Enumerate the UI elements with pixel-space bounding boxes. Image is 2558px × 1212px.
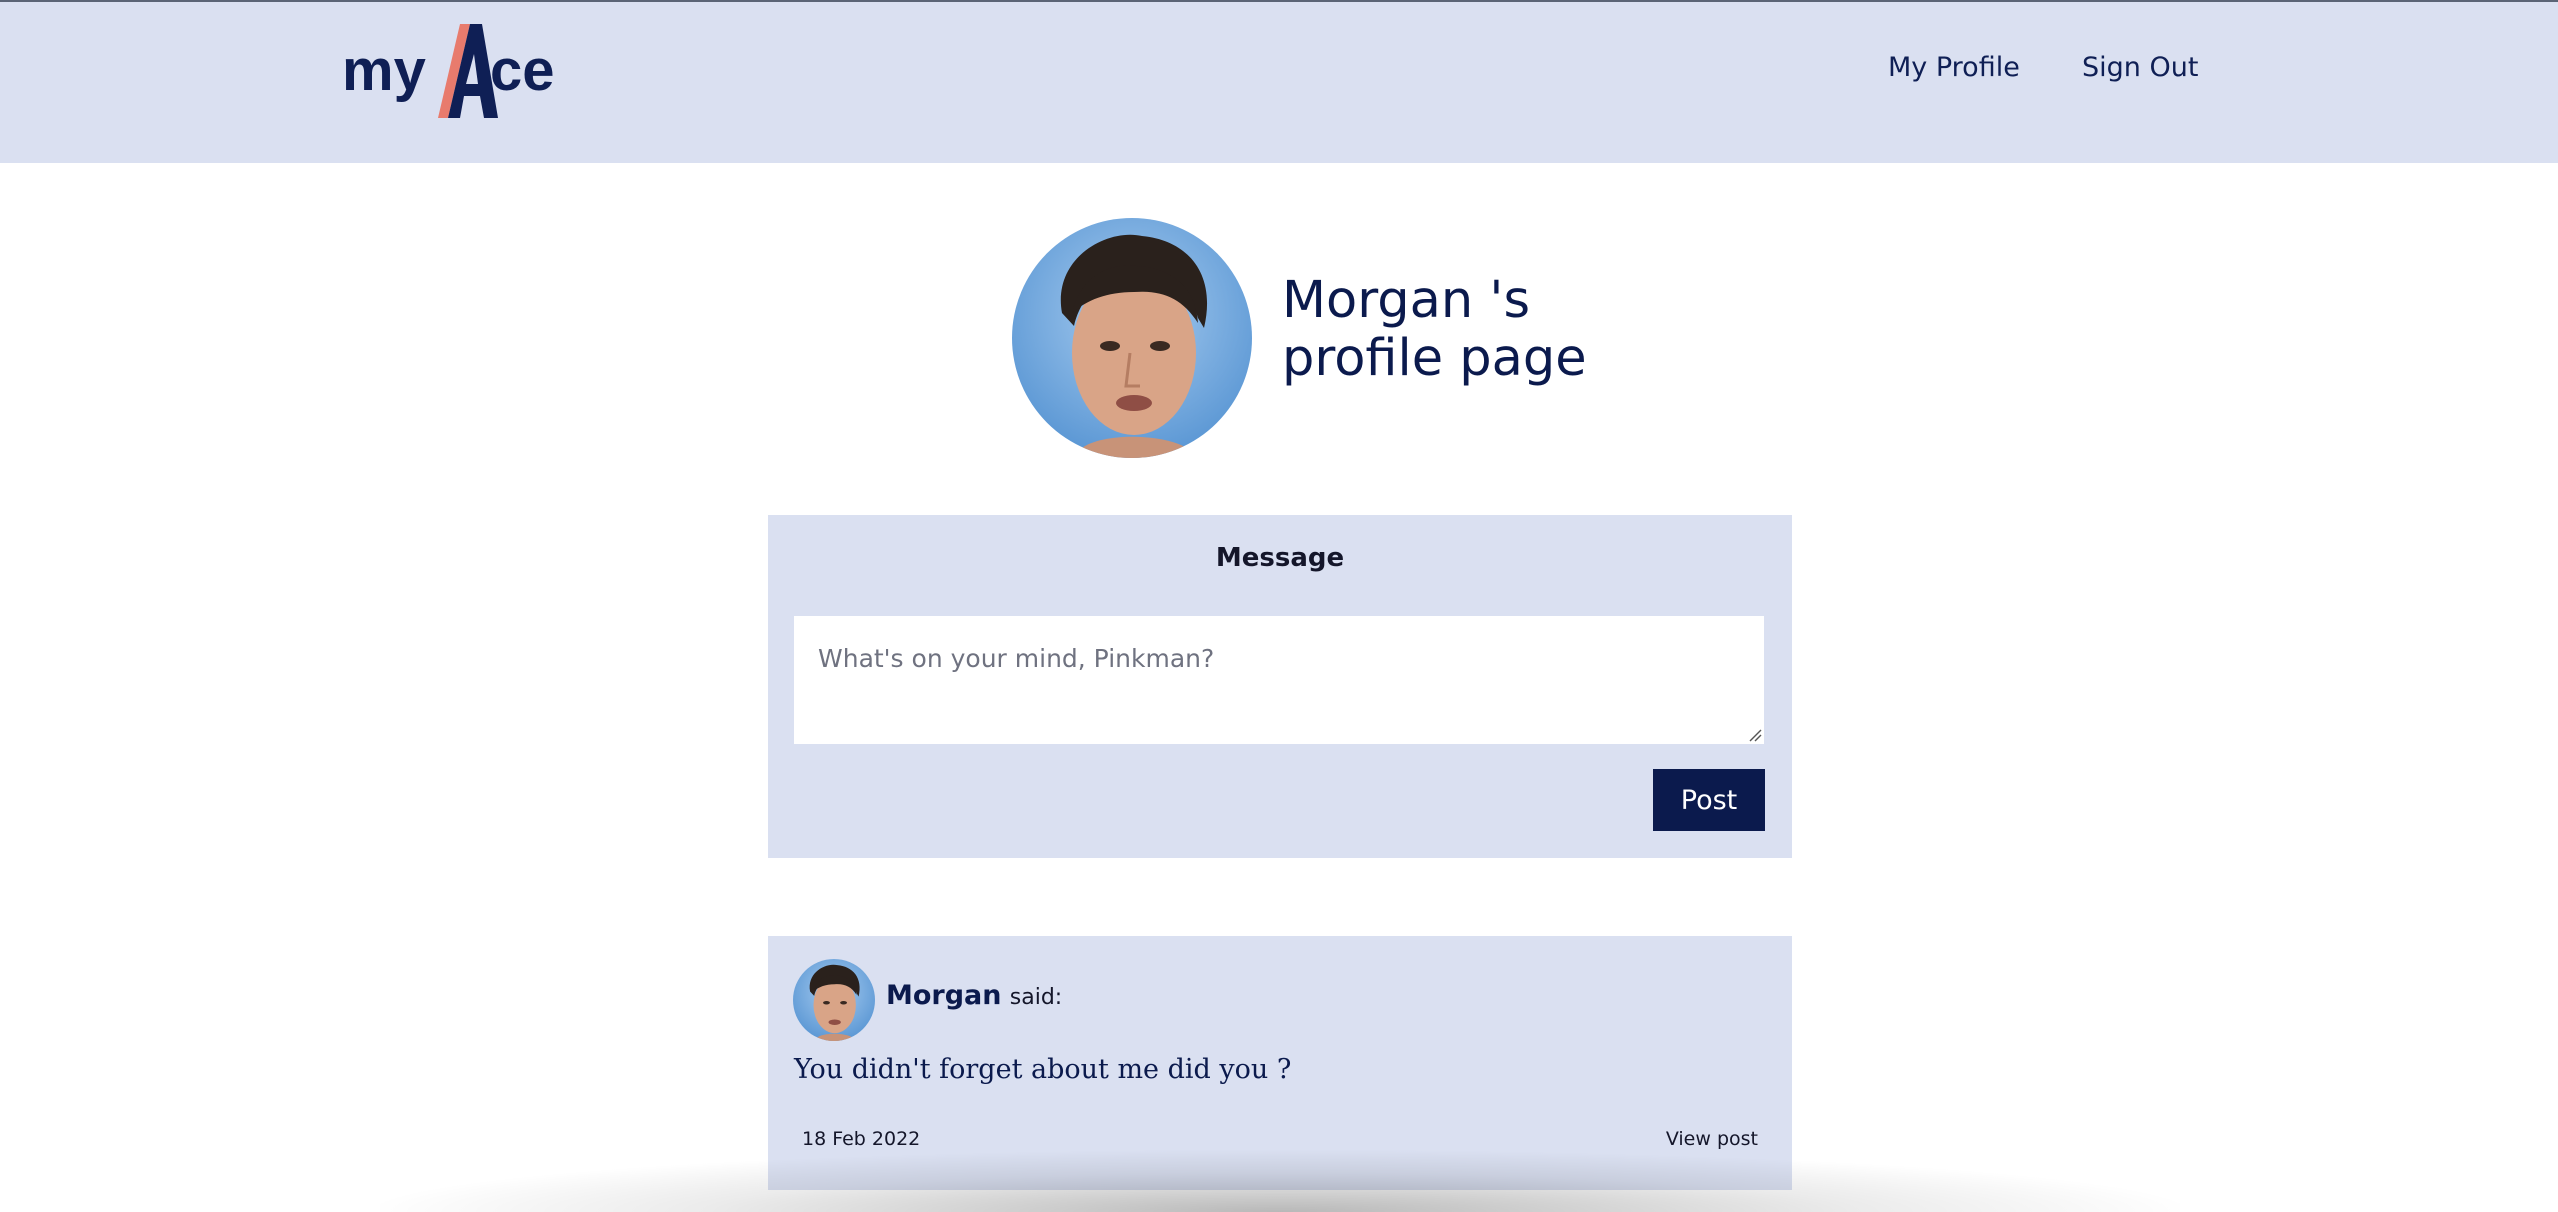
post-date: 18 Feb 2022	[802, 1128, 921, 1150]
site-header: my ce My Profile Sign Out	[0, 2, 2558, 163]
myace-logo[interactable]: my ce	[340, 18, 570, 122]
profile-title-line2: profile page	[1282, 329, 1587, 388]
resize-grip-icon[interactable]	[1748, 728, 1762, 742]
post-body-text: You didn't forget about me did you ?	[794, 1054, 1292, 1085]
view-post-link[interactable]: View post	[1666, 1128, 1758, 1150]
nav-sign-out[interactable]: Sign Out	[2082, 52, 2198, 83]
post-author-line: Morgan said:	[886, 980, 1062, 1011]
message-heading: Message	[1215, 543, 1345, 573]
profile-avatar	[1012, 218, 1252, 458]
message-textarea[interactable]	[794, 616, 1764, 744]
post-author-avatar	[793, 959, 875, 1041]
post-author-name[interactable]: Morgan	[886, 980, 1002, 1011]
logo-text-my: my	[342, 38, 426, 103]
message-composer: Message Post	[768, 515, 1792, 858]
post-said-label: said:	[1009, 985, 1063, 1010]
post-card: Morgan said: You didn't forget about me …	[768, 936, 1792, 1190]
logo-a-mark	[438, 24, 498, 118]
profile-title-line1: Morgan 's	[1282, 271, 1531, 330]
post-button[interactable]: Post	[1653, 769, 1765, 831]
logo-text-ce: ce	[490, 38, 555, 103]
profile-page-title: Morgan 's profile page	[1282, 272, 1587, 388]
nav-my-profile[interactable]: My Profile	[1888, 52, 2020, 83]
